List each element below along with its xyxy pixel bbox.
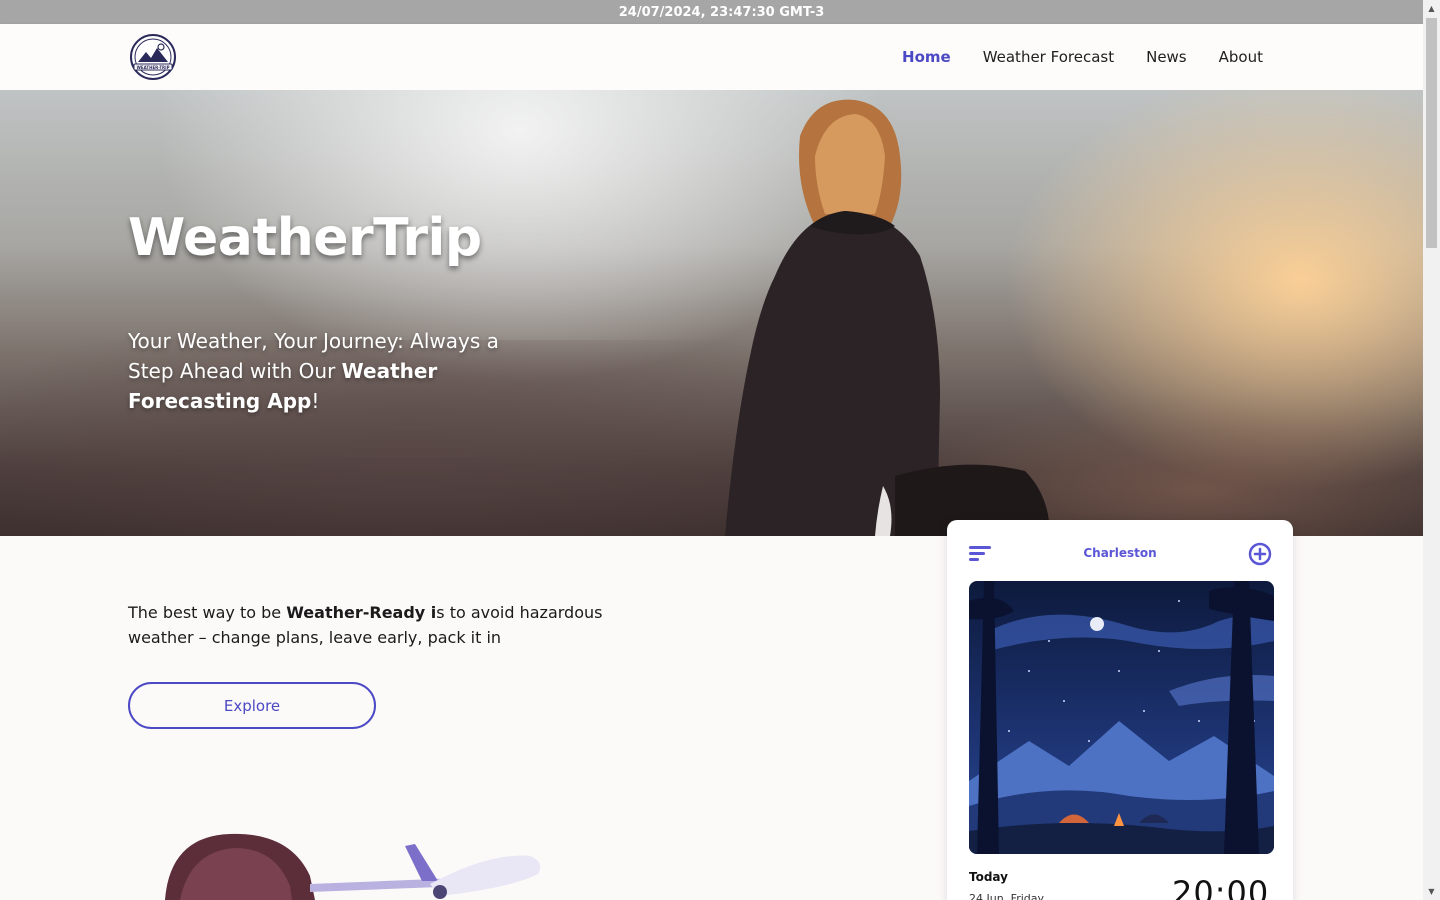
traveler-airplane-illustration xyxy=(165,833,541,900)
datetime-bar: 24/07/2024, 23:47:30 GMT-3 xyxy=(0,0,1423,24)
nav-links: Home Weather Forecast News About xyxy=(902,24,1263,90)
date-label: 24 Jun, Friday xyxy=(969,892,1045,900)
page-scrollbar[interactable]: ▲ ▼ xyxy=(1423,0,1440,900)
hero-subtitle-part2: ! xyxy=(311,389,320,413)
logo-text: WEATHER-TRIP xyxy=(136,65,169,70)
hero-subtitle-part1: Your Weather, Your Journey: Always a Ste… xyxy=(128,329,499,383)
weather-card: Charleston Today 24 Jun, Friday 20:00 xyxy=(947,520,1293,900)
scroll-thumb[interactable] xyxy=(1426,18,1437,248)
weather-trip-logo[interactable]: WEATHER-TRIP xyxy=(128,32,178,82)
datetime-text: 24/07/2024, 23:47:30 GMT-3 xyxy=(618,4,825,20)
intro-bold: Weather-Ready i xyxy=(286,603,437,622)
night-camp-image xyxy=(969,581,1274,854)
scroll-down-arrow-icon[interactable]: ▼ xyxy=(1423,883,1440,900)
scroll-up-arrow-icon[interactable]: ▲ xyxy=(1423,0,1440,17)
time-display: 20:00 xyxy=(1172,874,1270,900)
hero-subtitle: Your Weather, Your Journey: Always a Ste… xyxy=(128,326,518,416)
nav-weather-forecast[interactable]: Weather Forecast xyxy=(983,48,1114,66)
city-name: Charleston xyxy=(1083,546,1157,560)
nav-home[interactable]: Home xyxy=(902,48,951,66)
intro-text: The best way to be Weather-Ready is to a… xyxy=(128,600,628,650)
intro-part1: The best way to be xyxy=(128,603,287,622)
hero-banner: WeatherTrip Your Weather, Your Journey: … xyxy=(0,90,1423,536)
hero-person-image xyxy=(725,99,1050,536)
today-label: Today xyxy=(969,870,1008,884)
explore-button[interactable]: Explore xyxy=(128,682,376,729)
hero-title: WeatherTrip xyxy=(128,208,482,268)
add-circle-icon[interactable] xyxy=(1248,542,1272,566)
nav-news[interactable]: News xyxy=(1146,48,1187,66)
nav-about[interactable]: About xyxy=(1219,48,1263,66)
navbar: WEATHER-TRIP Home Weather Forecast News … xyxy=(0,24,1423,90)
